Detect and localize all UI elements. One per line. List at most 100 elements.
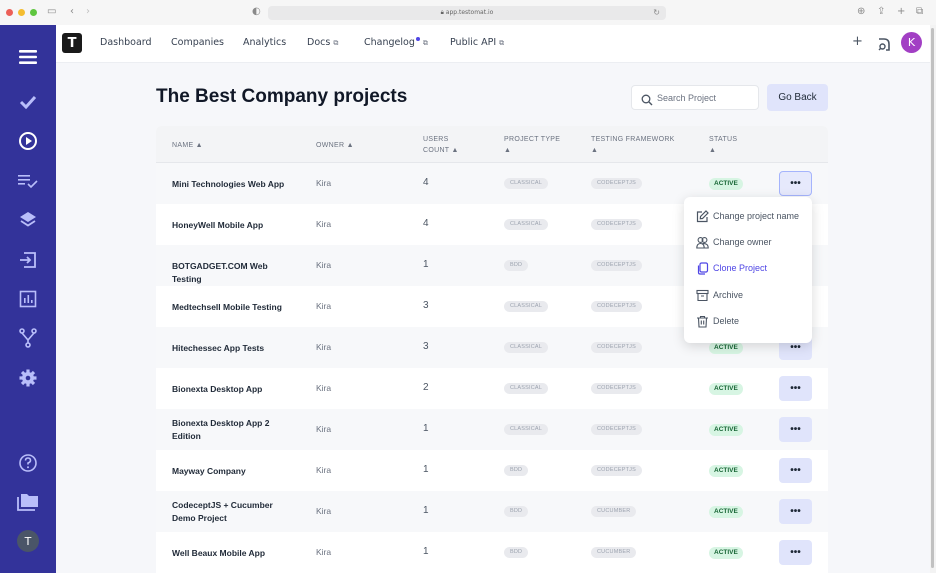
go-back-button[interactable]: Go Back bbox=[767, 84, 828, 111]
header-testing-framework[interactable]: TESTING FRAMEWORK ▲ bbox=[591, 134, 675, 156]
framework-badge: CODECEPTJS bbox=[591, 383, 642, 394]
project-name[interactable]: Mayway Company bbox=[172, 465, 292, 478]
search-input[interactable] bbox=[657, 90, 753, 106]
sidebar-item-help[interactable] bbox=[14, 449, 42, 477]
project-name[interactable]: BOTGADGET.COM Web Testing bbox=[172, 260, 292, 286]
header-name[interactable]: NAME ▲ bbox=[172, 140, 203, 151]
users-count: 1 bbox=[423, 464, 429, 475]
users-count: 1 bbox=[423, 423, 429, 434]
project-name[interactable]: Well Beaux Mobile App bbox=[172, 547, 292, 560]
project-name[interactable]: Mini Technologies Web App bbox=[172, 178, 292, 191]
maximize-window-button[interactable] bbox=[30, 9, 37, 16]
header-status-line1: STATUS bbox=[709, 136, 738, 143]
scrollbar-thumb[interactable] bbox=[931, 28, 934, 568]
nav-analytics-label: Analytics bbox=[243, 37, 287, 48]
sidebar-item-analytics[interactable] bbox=[14, 285, 42, 313]
nav-analytics[interactable]: Analytics bbox=[243, 37, 286, 48]
status-badge: ACTIVE bbox=[709, 424, 743, 436]
sidebar-item-plans[interactable] bbox=[14, 167, 42, 195]
nav-dashboard[interactable]: Dashboard bbox=[100, 37, 152, 48]
menu-item-archive[interactable]: Archive bbox=[696, 287, 743, 303]
table-row[interactable]: CodeceptJS + Cucumber Demo Project Kira 1 B… bbox=[156, 491, 828, 532]
users-count: 1 bbox=[423, 546, 429, 557]
header-project-type[interactable]: PROJECT TYPE ▲ bbox=[504, 134, 560, 156]
users-count: 4 bbox=[423, 218, 429, 229]
menu-item-label: Clone Project bbox=[713, 263, 768, 273]
project-type-badge: CLASSICAL bbox=[504, 219, 549, 230]
sidebar-toggle-icon[interactable]: ▭ bbox=[47, 6, 56, 18]
nav-changelog[interactable]: Changelog ⧉ bbox=[364, 37, 428, 48]
menu-item-label: Change owner bbox=[713, 237, 772, 247]
status-badge: ACTIVE bbox=[709, 383, 743, 395]
nav-docs-label: Docs bbox=[307, 37, 331, 48]
users-count: 1 bbox=[423, 505, 429, 516]
header-owner[interactable]: OWNER ▲ bbox=[316, 140, 354, 151]
table-row[interactable]: Bionexta Desktop App Kira 2 CLASSICAL CODECE… bbox=[156, 368, 828, 409]
sidebar-item-settings[interactable] bbox=[14, 364, 42, 392]
share-icon[interactable]: ⇪ bbox=[877, 6, 885, 18]
more-actions-button[interactable]: ••• bbox=[779, 376, 812, 401]
nav-public-api[interactable]: Public API ⧉ bbox=[450, 37, 504, 48]
user-avatar[interactable]: T bbox=[17, 530, 39, 552]
nav-docs[interactable]: Docs ⧉ bbox=[307, 37, 338, 48]
project-name[interactable]: Bionexta Desktop App 2 Edition bbox=[172, 417, 292, 443]
table-row[interactable]: Bionexta Desktop App 2 Edition Kira 1 CLASS… bbox=[156, 409, 828, 450]
account-avatar[interactable]: K bbox=[901, 32, 922, 53]
table-row[interactable]: Mayway Company Kira 1 BDD CODECEPTJS ACTIVE ••… bbox=[156, 450, 828, 491]
more-actions-button[interactable]: ••• bbox=[779, 458, 812, 483]
project-name[interactable]: Bionexta Desktop App bbox=[172, 383, 292, 396]
menu-item-change-project-name[interactable]: Change project name bbox=[696, 208, 799, 224]
nav-companies[interactable]: Companies bbox=[171, 37, 224, 48]
header-status[interactable]: STATUS ▲ bbox=[709, 134, 737, 156]
sidebar-item-steps[interactable] bbox=[14, 206, 42, 234]
sidebar-item-menu[interactable] bbox=[14, 43, 42, 71]
project-owner: Kira bbox=[316, 301, 332, 311]
header-users-count[interactable]: USERS COUNT ▲ bbox=[423, 134, 459, 156]
reload-icon[interactable]: ↻ bbox=[653, 6, 660, 20]
status-badge: ACTIVE bbox=[709, 547, 743, 559]
more-actions-button[interactable]: ••• bbox=[779, 499, 812, 524]
more-actions-button[interactable]: ••• bbox=[779, 540, 812, 565]
menu-item-clone-project[interactable]: Clone Project bbox=[696, 260, 767, 276]
project-name[interactable]: CodeceptJS + Cucumber Demo Project bbox=[172, 499, 292, 525]
framework-badge: CODECEPTJS bbox=[591, 178, 642, 189]
more-actions-button[interactable]: ••• bbox=[779, 171, 812, 196]
minimize-window-button[interactable] bbox=[18, 9, 25, 16]
project-name[interactable]: Medtechsell Mobile Testing bbox=[172, 301, 292, 314]
close-window-button[interactable] bbox=[6, 9, 13, 16]
lock-icon: 🔒︎ bbox=[440, 9, 444, 16]
tabs-icon[interactable]: ⧉ bbox=[916, 6, 923, 18]
gear-icon bbox=[19, 369, 37, 387]
feed-icon[interactable] bbox=[878, 36, 890, 55]
new-tab-icon[interactable]: + bbox=[897, 6, 905, 18]
forward-icon[interactable]: › bbox=[86, 6, 90, 18]
sidebar-item-imports[interactable] bbox=[14, 246, 42, 274]
status-badge: ACTIVE bbox=[709, 506, 743, 518]
sidebar-item-branches[interactable] bbox=[14, 324, 42, 352]
project-actions-menu: Change project name Change owner Clone P… bbox=[684, 197, 812, 343]
status-badge: ACTIVE bbox=[709, 342, 743, 354]
copy-icon bbox=[697, 261, 709, 275]
project-name[interactable]: HoneyWell Mobile App bbox=[172, 219, 292, 232]
back-icon[interactable]: ‹ bbox=[70, 6, 74, 18]
app-logo[interactable]: T bbox=[62, 33, 82, 53]
nav-companies-label: Companies bbox=[171, 37, 225, 48]
shield-icon[interactable]: ◐ bbox=[252, 6, 261, 18]
sidebar-item-tests[interactable] bbox=[14, 88, 42, 116]
project-name[interactable]: Hitechessec App Tests bbox=[172, 342, 292, 355]
add-icon[interactable]: + bbox=[852, 34, 863, 49]
trash-icon bbox=[697, 315, 708, 328]
sidebar-item-runs[interactable] bbox=[14, 127, 42, 155]
table-row[interactable]: Well Beaux Mobile App Kira 1 BDD CUCUMBER ACT… bbox=[156, 532, 828, 573]
more-actions-button[interactable]: ••• bbox=[779, 417, 812, 442]
menu-item-delete[interactable]: Delete bbox=[696, 313, 739, 329]
sidebar-item-projects[interactable] bbox=[14, 488, 42, 516]
project-owner: Kira bbox=[316, 506, 332, 516]
browser-toolbar: ▭ ‹ › ◐ 🔒︎ app.testomat.io ↻ ⊕ ⇪ + ⧉ bbox=[0, 0, 936, 25]
address-bar[interactable]: 🔒︎ app.testomat.io ↻ bbox=[268, 6, 666, 20]
menu-item-label: Delete bbox=[713, 316, 740, 326]
menu-item-change-owner[interactable]: Change owner bbox=[696, 234, 772, 250]
download-icon[interactable]: ⊕ bbox=[857, 6, 865, 18]
project-owner: Kira bbox=[316, 342, 332, 352]
search-field[interactable] bbox=[631, 85, 759, 110]
